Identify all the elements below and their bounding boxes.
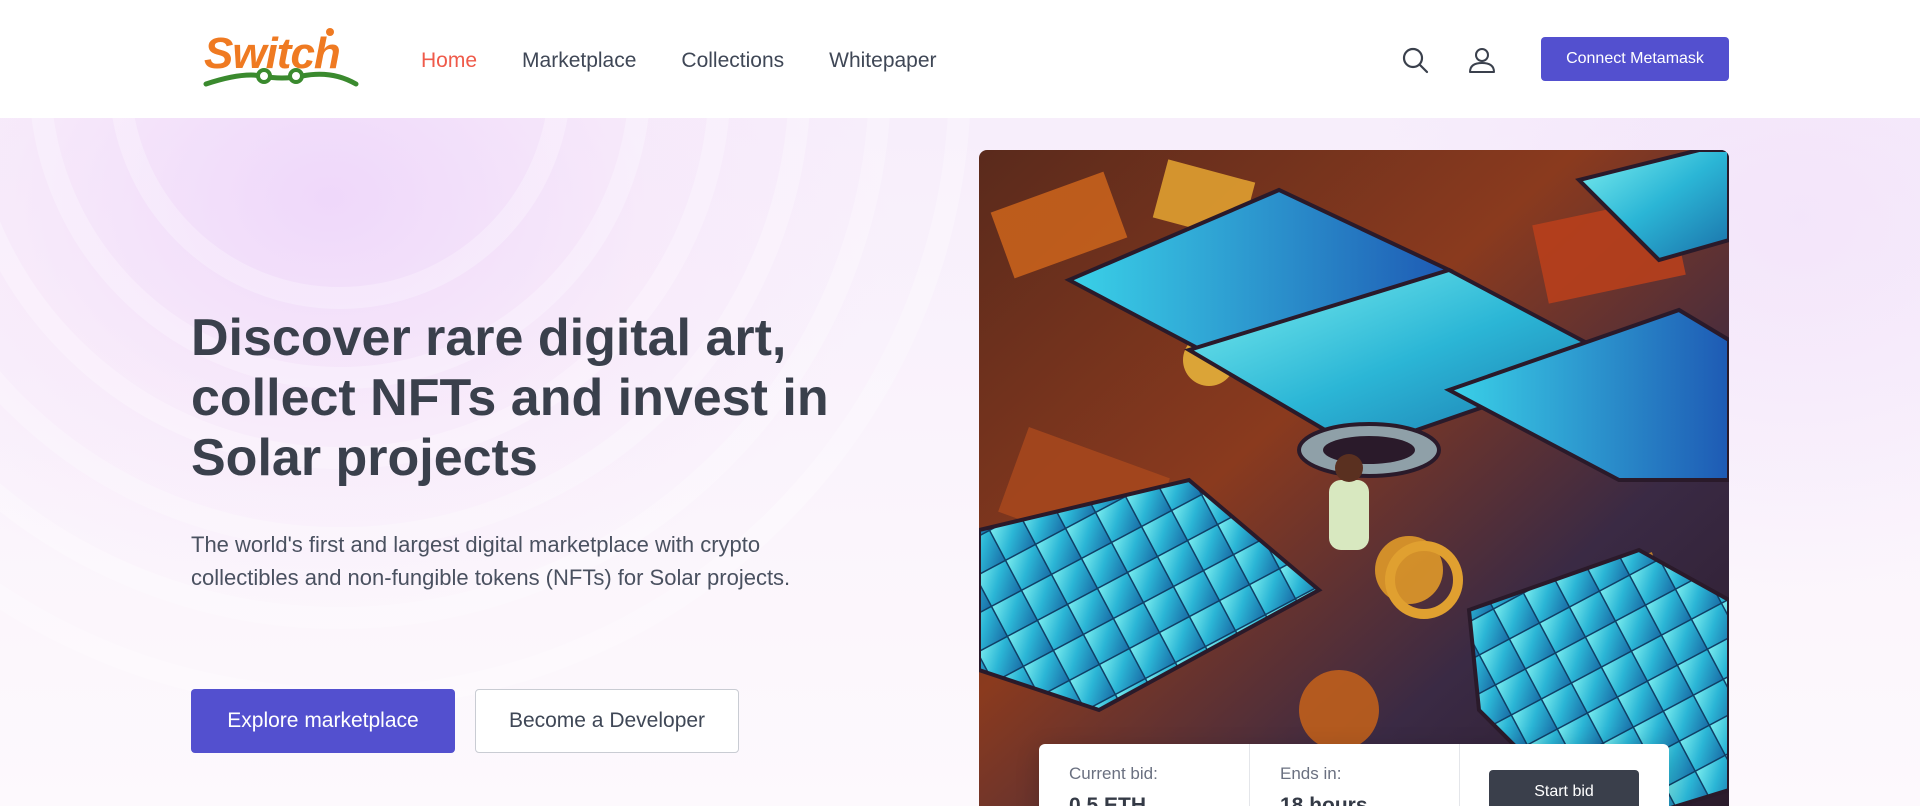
nav-home[interactable]: Home	[421, 48, 477, 74]
featured-artwork[interactable]	[979, 150, 1729, 806]
ends-in-value: 18 hours	[1280, 794, 1368, 806]
switch-logo[interactable]: Switch	[202, 26, 360, 92]
svg-text:Switch: Switch	[204, 29, 340, 78]
ends-in: Ends in: 18 hours	[1249, 744, 1459, 806]
start-bid-button[interactable]: Start bid	[1489, 770, 1639, 806]
current-bid-label: Current bid:	[1069, 764, 1158, 783]
site-header: Switch Home Marketplace Collections Whit…	[0, 0, 1920, 118]
explore-marketplace-button[interactable]: Explore marketplace	[191, 689, 455, 753]
connect-metamask-button[interactable]: Connect Metamask	[1541, 37, 1729, 81]
hero-headline: Discover rare digital art, collect NFTs …	[191, 309, 829, 487]
bid-card: Current bid: 0.5 ETH Ends in: 18 hours S…	[1039, 744, 1669, 806]
hero-subtext: The world's first and largest digital ma…	[191, 532, 791, 590]
nav-whitepaper[interactable]: Whitepaper	[829, 48, 936, 74]
bid-divider	[1459, 744, 1460, 806]
main-nav: Home Marketplace Collections Whitepaper	[421, 48, 982, 74]
ends-in-label: Ends in:	[1280, 764, 1342, 783]
current-bid-value: 0.5 ETH	[1069, 794, 1147, 806]
nav-collections[interactable]: Collections	[681, 48, 784, 74]
user-icon[interactable]	[1466, 44, 1498, 76]
current-bid: Current bid: 0.5 ETH	[1039, 744, 1249, 806]
hero-section: Discover rare digital art, collect NFTs …	[0, 118, 1920, 806]
nav-marketplace[interactable]: Marketplace	[522, 48, 636, 74]
search-icon[interactable]	[1399, 44, 1431, 76]
become-developer-button[interactable]: Become a Developer	[475, 689, 739, 753]
